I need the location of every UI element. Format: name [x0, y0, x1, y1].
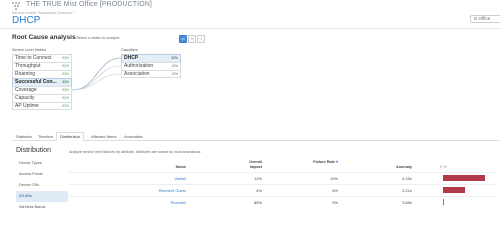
- row-failure: 10%: [329, 176, 338, 181]
- metric-label: Roaming: [15, 71, 36, 77]
- page: THE TRUE Mist Office [PRODUCTION] Servic…: [0, 0, 500, 249]
- classifier-label: DHCP: [124, 55, 139, 61]
- column-overall-impact[interactable]: Overall Impact: [236, 160, 262, 169]
- page-title: DHCP: [12, 15, 41, 26]
- metric-label: Throughput: [15, 63, 41, 69]
- attribute-device-oss[interactable]: Device OSs: [16, 180, 68, 191]
- metric-classifier-connector: [72, 57, 122, 91]
- classifier-association[interactable]: Association 13%: [121, 70, 181, 78]
- attribute-wireless-bands[interactable]: Wireless Bands: [16, 202, 68, 213]
- site-title[interactable]: THE TRUE Mist Office [PRODUCTION]: [26, 1, 152, 8]
- classifier-pct: 13%: [171, 64, 178, 68]
- row-name[interactable]: Riverdell Guest: [130, 188, 186, 193]
- metric-pct: 93%: [62, 72, 69, 76]
- column-name[interactable]: Name: [160, 165, 186, 170]
- metric-capacity[interactable]: Capacity 92%: [12, 94, 72, 102]
- zoom-in-button[interactable]: +: [188, 35, 196, 43]
- top-bar: THE TRUE Mist Office [PRODUCTION]: [0, 0, 500, 14]
- anomaly-bar: [443, 175, 485, 181]
- attribute-wlans[interactable]: WLANs: [16, 191, 68, 202]
- classifier-list: DHCP 32% Authorization 13% Association 13%: [121, 54, 181, 78]
- classifier-authorization[interactable]: Authorization 13%: [121, 62, 181, 70]
- column-failure-rate-label: Failure Rate: [313, 160, 336, 164]
- classifier-dhcp[interactable]: DHCP 32%: [121, 54, 181, 62]
- metric-throughput[interactable]: Throughput 92%: [12, 62, 72, 70]
- classifier-pct: 32%: [171, 56, 178, 60]
- row-name[interactable]: Riverdell: [130, 200, 186, 205]
- row-name[interactable]: Valhall: [130, 176, 186, 181]
- metric-pct: 93%: [62, 104, 69, 108]
- anomaly-bar: [443, 199, 444, 205]
- metric-label: AP Uptime: [15, 103, 39, 109]
- office-button-label: Office: [478, 16, 491, 21]
- metric-label: Coverage: [15, 87, 37, 93]
- root-cause-title: Root Cause analysis: [12, 34, 76, 41]
- metric-roaming[interactable]: Roaming 93%: [12, 70, 72, 78]
- distribution-description: Analyze service level failures by attrib…: [69, 150, 202, 154]
- chart-axis-pct: %: [443, 165, 447, 169]
- metric-time-to-connect[interactable]: Time to Connect 93%: [12, 54, 72, 62]
- column-anomaly[interactable]: Anomaly: [390, 165, 412, 170]
- tree-icon: ⚏: [181, 36, 185, 41]
- column-failure-rate[interactable]: Failure Rate ▾: [312, 160, 338, 165]
- mist-logo-icon: [12, 2, 22, 10]
- metric-pct: 92%: [62, 96, 69, 100]
- tab-distribution[interactable]: Distribution: [56, 132, 85, 141]
- metric-label: Time to Connect: [15, 55, 52, 61]
- sort-desc-icon: ▾: [336, 160, 338, 164]
- row-anomaly: 4.20x: [402, 176, 412, 181]
- download-icon: ↓: [200, 36, 202, 41]
- row-anomaly: 3.89x: [402, 200, 412, 205]
- row-divider: [69, 196, 495, 197]
- row-impact: 4%: [256, 188, 262, 193]
- anomaly-bar: [443, 187, 466, 193]
- metric-coverage[interactable]: Coverage 93%: [12, 86, 72, 94]
- root-cause-mode-button[interactable]: ⚏: [179, 35, 187, 43]
- classifier-label: Authorization: [124, 63, 154, 69]
- row-impact: 85%: [253, 200, 262, 205]
- tab-anomalies[interactable]: Anomalies: [120, 132, 147, 141]
- header-divider: [69, 172, 495, 173]
- row-divider: [69, 184, 495, 185]
- distribution-title: Distribution: [16, 147, 52, 154]
- attribute-device-types[interactable]: Device Types: [16, 158, 68, 169]
- metric-successful-connects[interactable]: Successful Con... 92%: [12, 78, 72, 86]
- tab-timeline[interactable]: Timeline: [34, 132, 57, 141]
- divider: [0, 28, 500, 29]
- classifier-label: Association: [124, 71, 150, 77]
- office-scope-button[interactable]: ⊟ Office: [470, 15, 500, 23]
- row-failure: 3%: [332, 200, 338, 205]
- attribute-list: Device Types Access Points Device OSs WL…: [16, 158, 68, 213]
- tab-statistics[interactable]: Statistics: [12, 132, 36, 141]
- metric-pct: 93%: [62, 88, 69, 92]
- analysis-tabs: Statistics Timeline Distribution Affecte…: [12, 132, 500, 141]
- classifier-pct: 13%: [171, 72, 178, 76]
- plus-icon: +: [190, 36, 194, 41]
- metric-ap-uptime[interactable]: AP Uptime 93%: [12, 102, 72, 110]
- metric-label: Successful Con...: [15, 79, 57, 85]
- row-impact: 12%: [253, 176, 262, 181]
- attribute-access-points[interactable]: Access Points: [16, 169, 68, 180]
- metric-pct: 92%: [62, 80, 69, 84]
- tab-affected-items[interactable]: Affected Items: [87, 132, 121, 141]
- root-cause-subtitle: Select a metric to analyze: [76, 36, 120, 40]
- metric-pct: 93%: [62, 56, 69, 60]
- classifiers-column-label: Classifiers: [121, 48, 138, 52]
- metric-pct: 92%: [62, 64, 69, 68]
- metric-list: Time to Connect 93% Throughput 92% Roaming…: [12, 54, 72, 110]
- metrics-column-label: Service Level Metrics: [12, 48, 47, 52]
- row-anomaly: 2.21x: [402, 188, 412, 193]
- row-failure: 5%: [332, 188, 338, 193]
- download-button[interactable]: ↓: [197, 35, 205, 43]
- metric-label: Capacity: [15, 95, 35, 101]
